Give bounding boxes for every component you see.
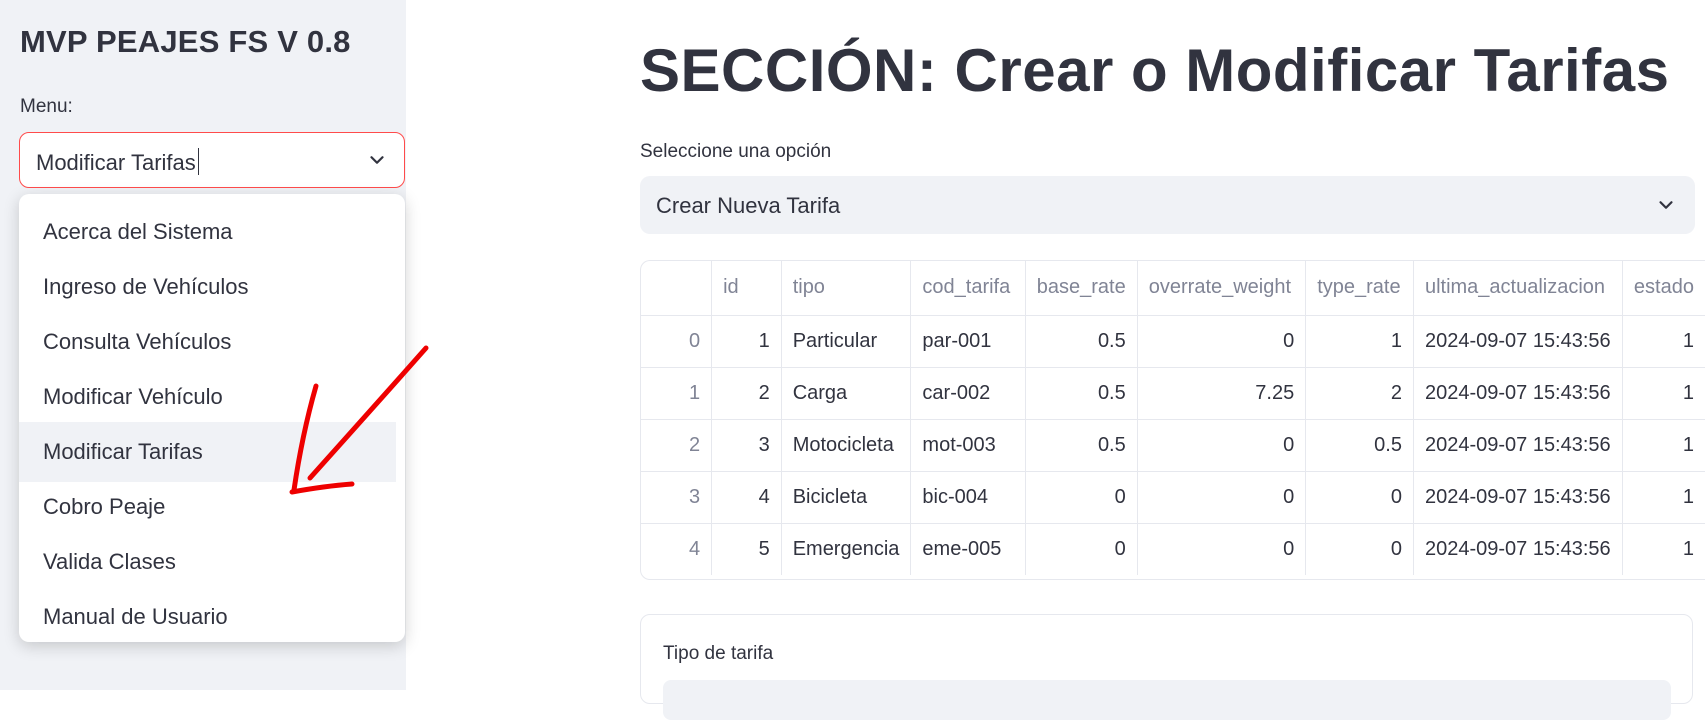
table-cell[interactable]: 2024-09-07 15:43:56 (1412, 470, 1623, 524)
table-cell[interactable]: 4 (641, 522, 713, 575)
app-title: MVP PEAJES FS V 0.8 (20, 24, 351, 59)
table-cell[interactable]: Bicicleta (780, 470, 912, 524)
table-cell[interactable]: 0 (1024, 470, 1138, 524)
table-cell[interactable]: 0 (1136, 314, 1307, 368)
column-header-overrate-weight[interactable]: overrate_weight (1136, 261, 1307, 316)
table-header-row: id tipo cod_tarifa base_rate overrate_we… (641, 261, 1705, 316)
sidebar: MVP PEAJES FS V 0.8 Menu: Modificar Tari… (0, 0, 406, 690)
column-header-ultima-actualizacion[interactable]: ultima_actualizacion (1412, 261, 1623, 316)
chevron-down-icon[interactable] (366, 149, 388, 171)
table-cell[interactable]: 3 (641, 470, 713, 524)
table-cell[interactable]: 2 (641, 418, 713, 472)
table-cell[interactable]: 2 (711, 366, 782, 420)
table-cell[interactable]: 2024-09-07 15:43:56 (1412, 418, 1623, 472)
table-cell[interactable]: 4 (711, 470, 782, 524)
column-header-type-rate[interactable]: type_rate (1305, 261, 1414, 316)
table-row: 0 1 Particular par-001 0.5 0 1 2024-09-0… (641, 314, 1705, 368)
page-title: SECCIÓN: Crear o Modificar Tarifas (640, 37, 1670, 104)
menu-select[interactable]: Modificar Tarifas (19, 132, 405, 188)
table-cell[interactable]: 1 (711, 314, 782, 368)
tipo-tarifa-label: Tipo de tarifa (663, 643, 774, 664)
table-cell[interactable]: 0 (1024, 522, 1138, 575)
table-cell[interactable]: 0 (641, 314, 713, 368)
table-cell[interactable]: 7.25 (1136, 366, 1307, 420)
menu-item-cobro-peaje[interactable]: Cobro Peaje (19, 477, 396, 537)
table-cell[interactable]: 2024-09-07 15:43:56 (1412, 314, 1623, 368)
table-cell[interactable]: mot-003 (910, 418, 1026, 472)
table-cell[interactable]: 1 (1305, 314, 1414, 368)
table-cell[interactable]: 0.5 (1305, 418, 1414, 472)
table-cell[interactable]: 1 (1621, 314, 1705, 368)
column-header-index[interactable] (641, 261, 713, 316)
table-cell[interactable]: 0.5 (1024, 366, 1138, 420)
table-cell[interactable]: 0 (1136, 522, 1307, 575)
table-cell[interactable]: car-002 (910, 366, 1026, 420)
table-cell[interactable]: 3 (711, 418, 782, 472)
table-row: 1 2 Carga car-002 0.5 7.25 2 2024-09-07 … (641, 366, 1705, 420)
table-cell[interactable]: 0.5 (1024, 418, 1138, 472)
table-cell[interactable]: eme-005 (910, 522, 1026, 575)
menu-label: Menu: (20, 96, 73, 117)
tarifas-table[interactable]: id tipo cod_tarifa base_rate overrate_we… (640, 260, 1705, 580)
menu-item-acerca[interactable]: Acerca del Sistema (19, 202, 396, 262)
column-header-id[interactable]: id (711, 261, 782, 316)
menu-item-modificar-tarifas[interactable]: Modificar Tarifas (19, 422, 396, 482)
menu-item-ingreso-vehiculos[interactable]: Ingreso de Vehículos (19, 257, 396, 317)
table-cell[interactable]: 1 (1621, 366, 1705, 420)
table-cell[interactable]: Carga (780, 366, 912, 420)
tipo-tarifa-input[interactable] (663, 680, 1671, 720)
menu-item-valida-clases[interactable]: Valida Clases (19, 532, 396, 592)
table-cell[interactable]: 1 (1621, 418, 1705, 472)
menu-dropdown: Acerca del Sistema Ingreso de Vehículos … (19, 194, 405, 642)
table-cell[interactable]: Particular (780, 314, 912, 368)
tarifa-form: Tipo de tarifa (640, 614, 1693, 720)
table-cell[interactable]: 0.5 (1024, 314, 1138, 368)
menu-select-value[interactable]: Modificar Tarifas (36, 148, 200, 176)
menu-item-manual-usuario[interactable]: Manual de Usuario (19, 587, 396, 642)
table-cell[interactable]: 1 (1621, 522, 1705, 575)
option-select[interactable]: Crear Nueva Tarifa (640, 176, 1695, 234)
column-header-base-rate[interactable]: base_rate (1024, 261, 1138, 316)
table-cell[interactable]: bic-004 (910, 470, 1026, 524)
table-cell[interactable]: 2 (1305, 366, 1414, 420)
column-header-tipo[interactable]: tipo (780, 261, 912, 316)
option-select-value[interactable]: Crear Nueva Tarifa (656, 193, 840, 219)
table-cell[interactable]: 5 (711, 522, 782, 575)
table-cell[interactable]: par-001 (910, 314, 1026, 368)
table-cell[interactable]: 2024-09-07 15:43:56 (1412, 522, 1623, 575)
table-cell[interactable]: 1 (1621, 470, 1705, 524)
menu-item-consulta-vehiculos[interactable]: Consulta Vehículos (19, 312, 396, 372)
table-cell[interactable]: 0 (1305, 470, 1414, 524)
table-cell[interactable]: Emergencia (780, 522, 912, 575)
table-cell[interactable]: 0 (1136, 418, 1307, 472)
table-cell[interactable]: 2024-09-07 15:43:56 (1412, 366, 1623, 420)
menu-item-modificar-vehiculo[interactable]: Modificar Vehículo (19, 367, 396, 427)
option-label: Seleccione una opción (640, 141, 832, 162)
table-row: 3 4 Bicicleta bic-004 0 0 0 2024-09-07 1… (641, 470, 1705, 524)
table-row: 2 3 Motocicleta mot-003 0.5 0 0.5 2024-0… (641, 418, 1705, 472)
table-cell[interactable]: Motocicleta (780, 418, 912, 472)
text-cursor (197, 148, 200, 175)
column-header-estado[interactable]: estado (1621, 261, 1705, 316)
table-row: 4 5 Emergencia eme-005 0 0 0 2024-09-07 … (641, 522, 1705, 575)
table-cell[interactable]: 0 (1305, 522, 1414, 575)
chevron-down-icon[interactable] (1655, 194, 1677, 216)
table-cell[interactable]: 0 (1136, 470, 1307, 524)
table-cell[interactable]: 1 (641, 366, 713, 420)
column-header-cod-tarifa[interactable]: cod_tarifa (910, 261, 1026, 316)
